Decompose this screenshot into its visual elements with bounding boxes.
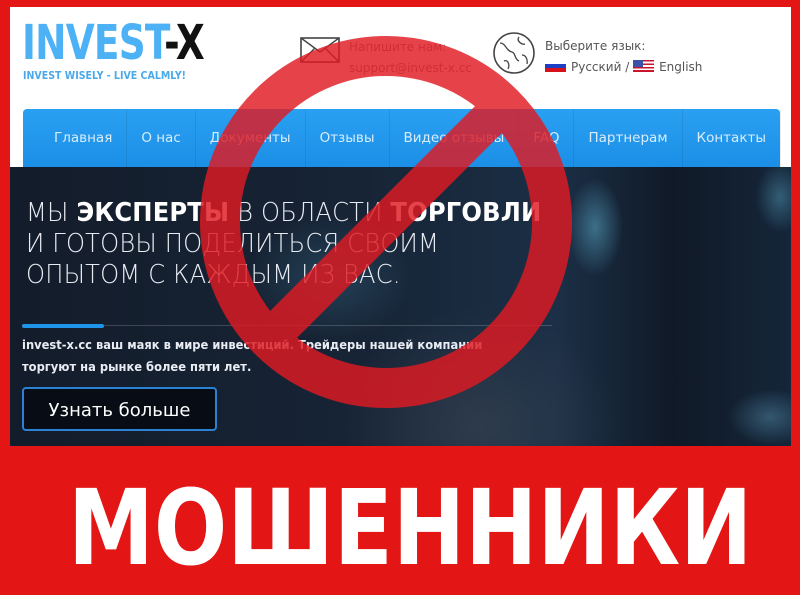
logo-tagline: INVEST WISELY - LIVE CALMLY! xyxy=(23,69,186,82)
logo[interactable]: INVEST-X INVEST WISELY - LIVE CALMLY! xyxy=(22,15,255,82)
contact-email-link[interactable]: support@invest-x.cc xyxy=(349,58,472,79)
nav-item-faq[interactable]: FAQ xyxy=(519,109,575,167)
hero-section: МЫ ЭКСПЕРТЫ В ОБЛАСТИ ТОРГОВЛИ И ГОТОВЫ … xyxy=(10,167,791,446)
usa-flag-icon[interactable] xyxy=(633,60,655,72)
nav-item-about[interactable]: О нас xyxy=(127,109,196,167)
contact-block: Напишите нам: support@invest-x.cc xyxy=(349,37,472,79)
nav-item-documents[interactable]: Документы xyxy=(196,109,306,167)
globe-icon xyxy=(492,31,536,79)
language-selector: Выберите язык: Русский / English xyxy=(545,36,702,78)
nav-item-home[interactable]: Главная xyxy=(40,109,128,169)
warning-banner: МОШЕННИКИ xyxy=(0,446,800,595)
hero-description: invest-x.cc ваш маяк в мире инвестиций. … xyxy=(22,337,483,374)
main-nav: Главная О нас Документы Отзывы Видео отз… xyxy=(23,109,781,169)
nav-item-contacts[interactable]: Контакты xyxy=(683,109,781,167)
language-label: Выберите язык: xyxy=(545,39,646,53)
website-screenshot: INVEST-X INVEST WISELY - LIVE CALMLY! На… xyxy=(10,7,791,446)
contact-label: Напишите нам: xyxy=(349,40,447,54)
nav-item-partners[interactable]: Партнерам xyxy=(574,109,683,167)
hero-title: МЫ ЭКСПЕРТЫ В ОБЛАСТИ ТОРГОВЛИ И ГОТОВЫ … xyxy=(26,198,542,290)
banner-text: МОШЕННИКИ xyxy=(68,467,753,589)
russia-flag-icon[interactable] xyxy=(545,60,566,72)
learn-more-button[interactable]: Узнать больше xyxy=(22,387,217,431)
nav-item-reviews[interactable]: Отзывы xyxy=(306,109,390,167)
hero-divider-accent xyxy=(22,324,104,328)
language-ru-link[interactable]: Русский xyxy=(571,60,621,74)
language-en-link[interactable]: English xyxy=(659,60,702,74)
envelope-icon xyxy=(300,37,340,63)
nav-item-video-reviews[interactable]: Видео отзывы xyxy=(390,109,520,167)
logo-wordmark: INVEST-X xyxy=(22,15,205,71)
